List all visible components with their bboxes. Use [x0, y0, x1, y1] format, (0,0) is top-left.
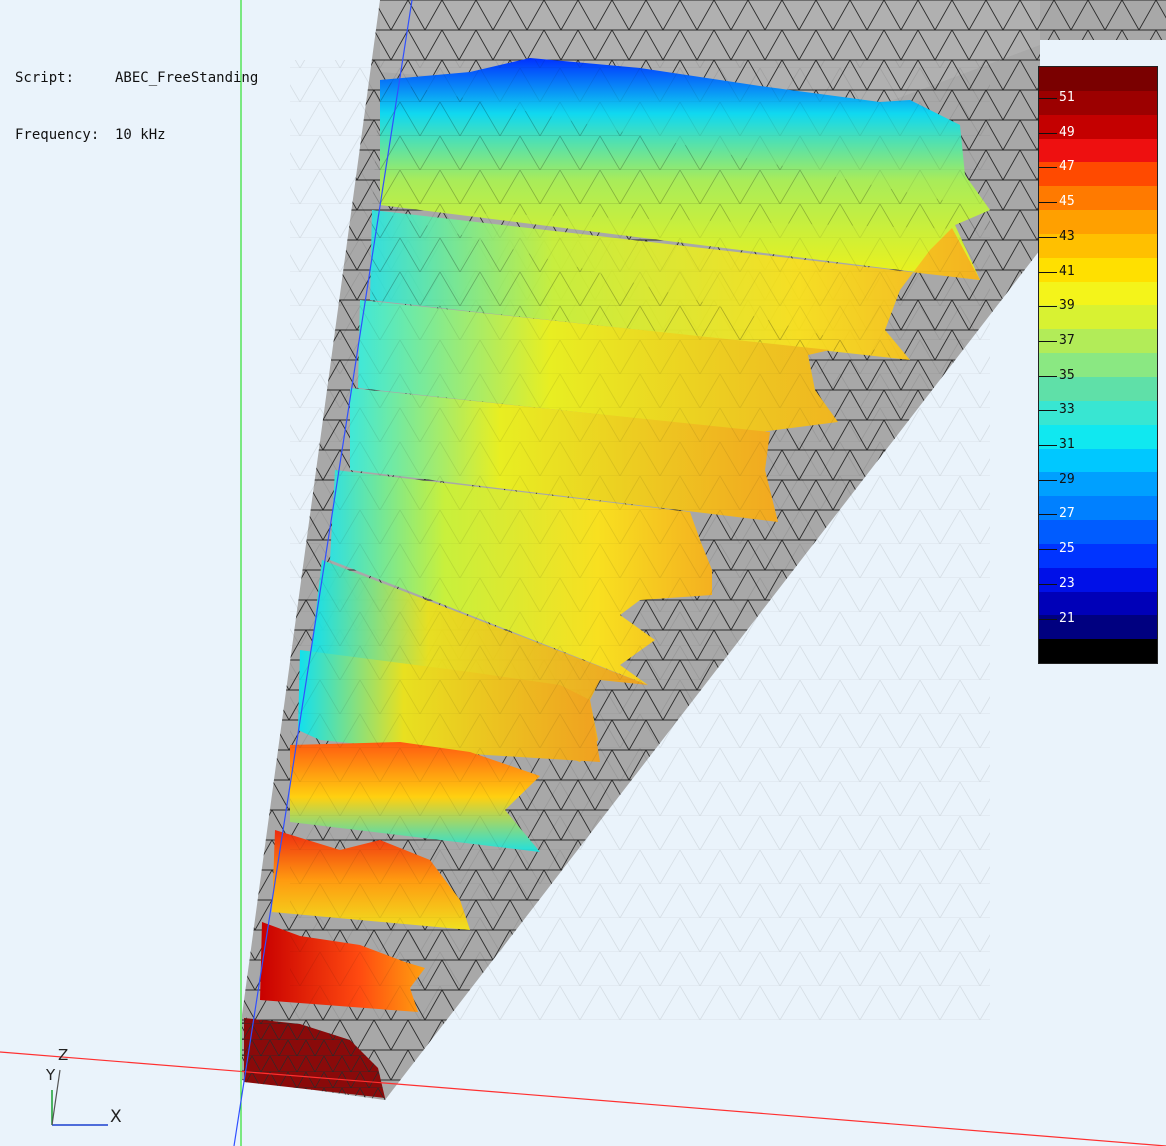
legend-label: 25 [1059, 541, 1075, 557]
legend-tick [1039, 340, 1057, 342]
legend-tick [1039, 445, 1057, 446]
x-axis-line [0, 1051, 1166, 1146]
legend-tick [1039, 202, 1057, 204]
legend-tick [1039, 479, 1057, 481]
legend-tick [1039, 167, 1057, 169]
frequency-label: Frequency: [15, 127, 100, 143]
info-overlay: Script: ABEC_FreeStanding Frequency: 10 kH… [15, 31, 258, 164]
legend-label: 27 [1059, 506, 1075, 522]
legend-tick [1039, 306, 1057, 308]
legend-label: 21 [1059, 610, 1075, 626]
color-scale-legend: 51 49 47 45 43 41 39 37 35 33 31 29 27 25 23 21 [1038, 66, 1158, 664]
legend-label: 35 [1059, 367, 1075, 383]
axis-triad [51, 1069, 108, 1126]
legend-label: 29 [1059, 471, 1075, 487]
3d-viewport[interactable] [0, 0, 1166, 1146]
legend-label: 39 [1059, 298, 1075, 314]
triad-x-label: X [110, 1107, 122, 1127]
legend-tick [1039, 271, 1057, 273]
legend-tick [1039, 549, 1057, 551]
legend-label: 47 [1059, 159, 1075, 175]
legend-tick [1039, 375, 1057, 377]
legend-tick [1039, 618, 1057, 620]
legend-tick [1039, 410, 1057, 412]
triad-y-label: Y [46, 1066, 56, 1084]
pressure-slices [260, 58, 990, 1020]
legend-tick [1039, 98, 1057, 99]
legend-labels: 51 49 47 45 43 41 39 37 35 33 31 29 27 25 23 21 [1039, 67, 1157, 663]
legend-label: 45 [1059, 194, 1075, 210]
legend-label: 37 [1059, 332, 1075, 348]
script-value: ABEC_FreeStanding [115, 70, 259, 86]
script-label: Script: [15, 70, 75, 86]
legend-label: 43 [1059, 228, 1075, 244]
frequency-value: 10 kHz [115, 127, 166, 143]
legend-label: 33 [1059, 402, 1075, 418]
legend-label: 51 [1059, 90, 1075, 105]
legend-label: 41 [1059, 263, 1075, 279]
legend-tick [1039, 236, 1057, 238]
legend-label: 31 [1059, 437, 1075, 452]
legend-tick [1039, 514, 1057, 516]
triad-z-label: Z [58, 1046, 69, 1064]
legend-label: 49 [1059, 124, 1075, 140]
legend-label: 23 [1059, 575, 1075, 591]
legend-tick [1039, 583, 1057, 585]
legend-tick [1039, 132, 1057, 134]
